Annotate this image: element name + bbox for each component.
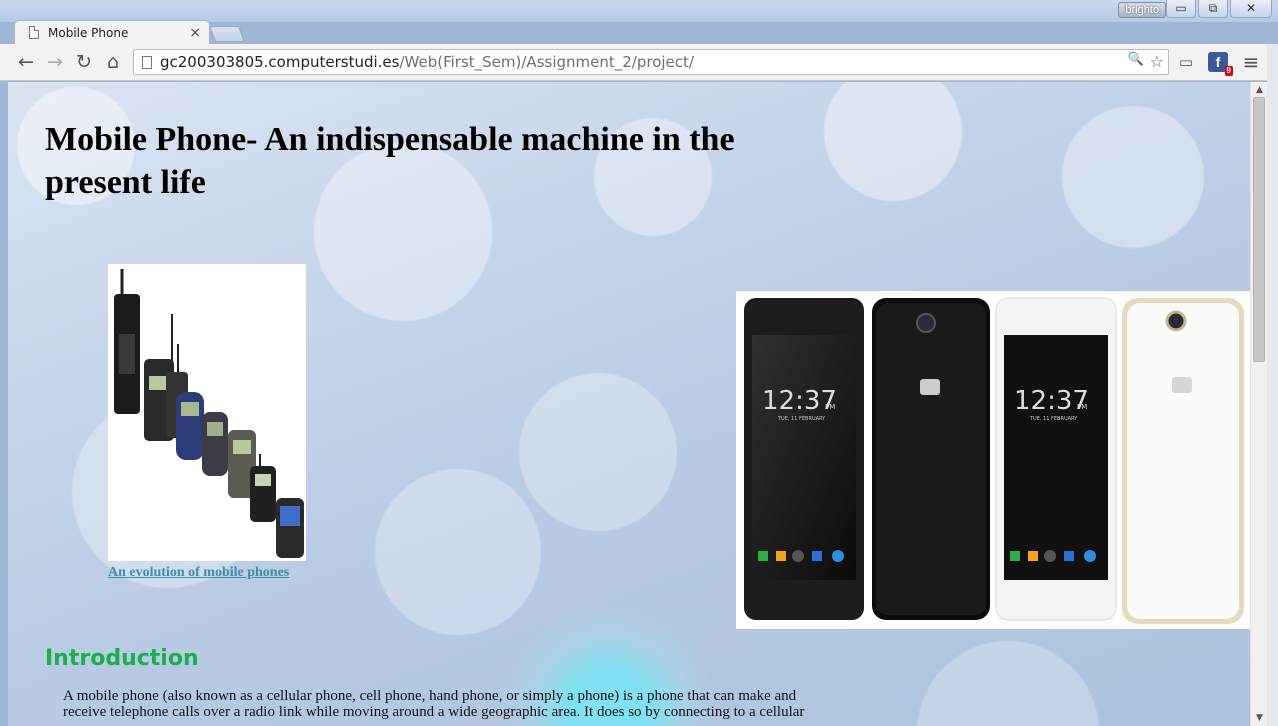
- vertical-scrollbar[interactable]: ▲ ▼: [1250, 82, 1267, 726]
- evolution-image: [108, 264, 306, 561]
- tab-mobile-phone[interactable]: Mobile Phone ×: [14, 20, 210, 44]
- url-path: /Web(First_Sem)/Assignment_2/project/: [399, 53, 694, 71]
- white-phone-date: TUE, 11 FEBRUARY: [1029, 416, 1078, 422]
- notification-badge: 9: [1224, 66, 1233, 76]
- scroll-up-arrow[interactable]: ▲: [1251, 82, 1268, 98]
- evolution-phones-illustration: [114, 269, 304, 558]
- browser-toolbar: ← → ↻ ⌂ gc200303805.computerstudi.es/Web…: [0, 44, 1278, 81]
- black-phone-clock: 12:37: [762, 386, 837, 416]
- scroll-thumb[interactable]: [1253, 97, 1265, 362]
- omnibox-icons: 🔍 ☆: [1127, 52, 1164, 71]
- reload-button[interactable]: ↻: [72, 50, 96, 74]
- tab-title: Mobile Phone: [48, 25, 129, 40]
- window-titlebar: brighto ▭ ⧉ ✕: [0, 0, 1278, 22]
- minimize-button[interactable]: ▭: [1166, 0, 1196, 18]
- tab-close-icon[interactable]: ×: [189, 25, 201, 41]
- introduction-paragraph: A mobile phone (also known as a cellular…: [63, 688, 805, 720]
- introduction-heading: Introduction: [45, 646, 199, 671]
- back-button[interactable]: ←: [14, 50, 38, 74]
- window-controls: ▭ ⧉ ✕: [1166, 0, 1272, 18]
- profile-button[interactable]: brighto: [1118, 2, 1166, 18]
- page-icon: [142, 55, 152, 69]
- evolution-caption-link[interactable]: An evolution of mobile phones: [108, 565, 289, 581]
- page-title: Mobile Phone- An indispensable machine i…: [45, 121, 735, 201]
- page-icon: [29, 26, 39, 39]
- white-phone-ampm: PM: [1077, 403, 1087, 411]
- cast-icon[interactable]: ▭: [1175, 52, 1197, 72]
- facebook-letter: f: [1215, 54, 1221, 70]
- address-bar[interactable]: gc200303805.computerstudi.es/Web(First_S…: [133, 49, 1169, 75]
- url-domain: gc200303805.computerstudi.es: [160, 53, 400, 71]
- black-phone-date: TUE, 11 FEBRUARY: [777, 416, 826, 422]
- home-button[interactable]: ⌂: [101, 50, 125, 74]
- black-phone-ampm: PM: [825, 403, 835, 411]
- page-viewport: Mobile Phone- An indispensable machine i…: [8, 82, 1250, 726]
- restore-button[interactable]: ⧉: [1198, 0, 1228, 18]
- new-tab-button[interactable]: [209, 26, 245, 42]
- scroll-down-arrow[interactable]: ▼: [1251, 710, 1268, 726]
- smartphones-illustration: 12:37 PM TUE, 11 FEBRUARY 12:37 PM TUE, …: [744, 297, 1244, 624]
- facebook-extension-icon[interactable]: f 9: [1208, 52, 1233, 76]
- white-phone-clock: 12:37: [1014, 386, 1089, 416]
- url-text: gc200303805.computerstudi.es/Web(First_S…: [160, 53, 694, 71]
- zoom-icon[interactable]: 🔍: [1127, 52, 1143, 71]
- smartphones-image: 12:37 PM TUE, 11 FEBRUARY 12:37 PM TUE, …: [736, 291, 1250, 629]
- close-window-button[interactable]: ✕: [1230, 0, 1272, 18]
- forward-button[interactable]: →: [43, 50, 67, 74]
- window-edge: [1267, 44, 1278, 726]
- bookmark-star-icon[interactable]: ☆: [1150, 52, 1164, 71]
- menu-icon[interactable]: ≡: [1240, 52, 1262, 72]
